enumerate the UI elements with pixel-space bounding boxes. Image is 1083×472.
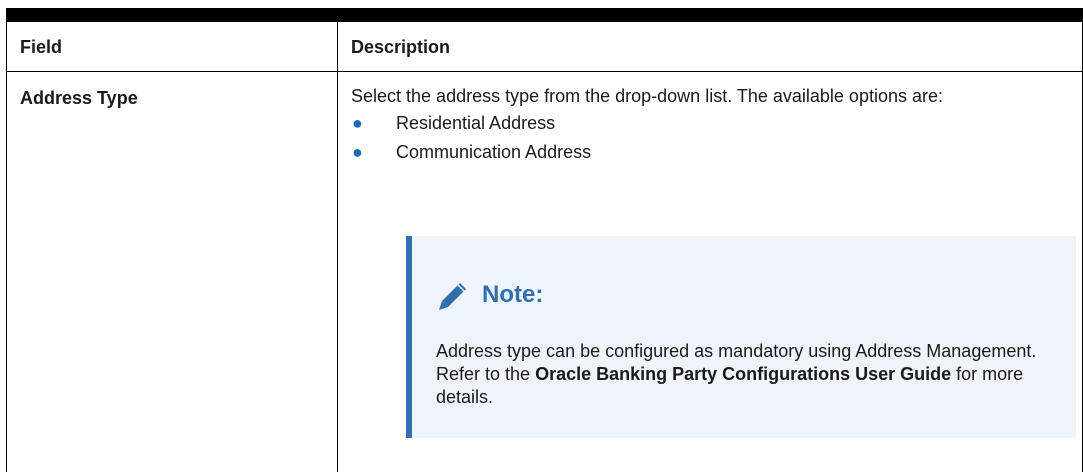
bullet-icon: ● bbox=[352, 142, 363, 162]
column-divider bbox=[337, 22, 338, 472]
option-label: Residential Address bbox=[396, 113, 556, 133]
header-description: Description bbox=[351, 37, 451, 57]
list-item: ● Communication Address bbox=[351, 141, 1051, 170]
guide-reference: Oracle Banking Party Configurations User… bbox=[535, 364, 952, 384]
pencil-icon bbox=[434, 279, 470, 311]
header-field: Field bbox=[20, 37, 63, 57]
note-box: Note: Address type can be configured as … bbox=[406, 236, 1076, 438]
bullet-icon: ● bbox=[352, 113, 363, 133]
field-description-table: Field Description Address Type Select th… bbox=[6, 22, 1083, 472]
option-label: Communication Address bbox=[396, 142, 592, 162]
note-text: Address type can be configured as mandat… bbox=[436, 340, 1066, 409]
description-intro: Select the address type from the drop-do… bbox=[351, 86, 943, 106]
header-divider bbox=[7, 71, 1082, 72]
note-header: Note: bbox=[434, 280, 543, 310]
list-item: ● Residential Address bbox=[351, 112, 1051, 141]
description-cell: Select the address type from the drop-do… bbox=[351, 85, 1051, 170]
field-name-address-type: Address Type bbox=[20, 88, 138, 108]
options-list: ● Residential Address ● Communication Ad… bbox=[351, 112, 1051, 170]
note-title: Note: bbox=[482, 281, 544, 308]
table-top-rule bbox=[6, 8, 1083, 22]
